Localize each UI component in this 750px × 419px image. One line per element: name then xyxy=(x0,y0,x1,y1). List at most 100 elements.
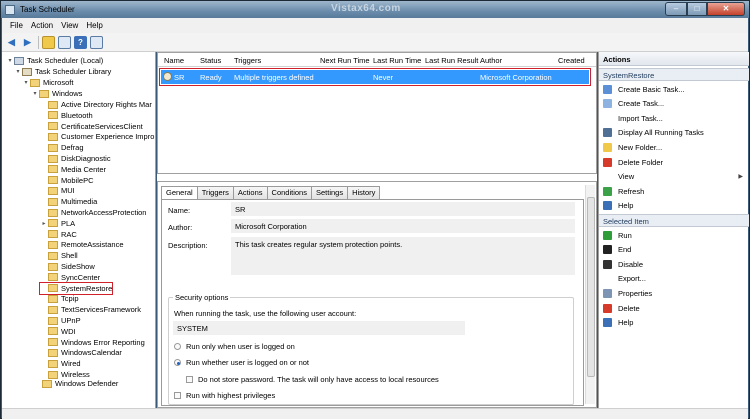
tree-node-tcpip[interactable]: Tcpip xyxy=(40,293,79,304)
action-selected-export[interactable]: Export... xyxy=(603,273,745,285)
title-bar[interactable]: Task Scheduler Vistax64.com – □ ✕ xyxy=(1,1,749,18)
tree-node-networkaccessprotection[interactable]: NetworkAccessProtection xyxy=(40,207,146,218)
column-header-status[interactable]: Status xyxy=(200,56,221,65)
tree-node-windowscalendar[interactable]: WindowsCalendar xyxy=(40,347,122,358)
tree-node-systemrestore[interactable]: SystemRestore xyxy=(38,281,114,295)
tree-node-windows-error-reporting[interactable]: Windows Error Reporting xyxy=(40,337,145,348)
tree-node-certificateservicesclient[interactable]: CertificateServicesClient xyxy=(40,121,143,132)
action-create-task[interactable]: Create Task... xyxy=(603,98,745,110)
do-not-store-password-checkbox[interactable] xyxy=(186,376,193,383)
highest-privileges-checkbox[interactable] xyxy=(174,392,181,399)
menu-action[interactable]: Action xyxy=(31,21,53,30)
run-whether-logged-on-label[interactable]: Run whether user is logged on or not xyxy=(186,358,309,367)
details-scrollbar[interactable] xyxy=(585,185,595,404)
action-label: Delete xyxy=(618,303,640,313)
tab-actions[interactable]: Actions xyxy=(232,186,268,199)
action-create-basic-task[interactable]: Create Basic Task... xyxy=(603,83,745,95)
collapse-icon[interactable]: ▾ xyxy=(14,68,22,75)
action-display-all-running-tasks[interactable]: Display All Running Tasks xyxy=(603,127,745,139)
action-refresh[interactable]: Refresh xyxy=(603,185,745,197)
tree-node-textservicesframework[interactable]: TextServicesFramework xyxy=(40,304,141,315)
action-view[interactable]: View ▶ xyxy=(603,171,745,183)
action-selected-help[interactable]: Help xyxy=(603,317,745,329)
author-field[interactable]: Microsoft Corporation xyxy=(231,219,575,233)
action-import-task[interactable]: Import Task... xyxy=(603,112,745,124)
column-header-name[interactable]: Name xyxy=(164,56,184,65)
column-header-author[interactable]: Author xyxy=(480,56,502,65)
action-new-folder[interactable]: New Folder... xyxy=(603,141,745,153)
tab-triggers[interactable]: Triggers xyxy=(196,186,234,199)
menu-help[interactable]: Help xyxy=(86,21,102,30)
table-row[interactable]: SR Ready Multiple triggers defined Never… xyxy=(159,68,591,86)
action-selected-disable[interactable]: Disable xyxy=(603,258,745,270)
help-icon[interactable]: ? xyxy=(74,35,87,49)
run-whether-logged-on-radio[interactable] xyxy=(174,359,181,366)
tree-node-shell[interactable]: Shell xyxy=(40,250,78,261)
column-header-last-run-time[interactable]: Last Run Time xyxy=(373,56,421,65)
scrollbar-thumb[interactable] xyxy=(587,197,595,377)
column-header-created[interactable]: Created xyxy=(558,56,585,65)
do-not-store-password-label[interactable]: Do not store password. The task will onl… xyxy=(198,375,439,384)
action-help[interactable]: Help xyxy=(603,200,745,212)
menu-file[interactable]: File xyxy=(10,21,23,30)
action-delete-folder[interactable]: Delete Folder xyxy=(603,156,745,168)
actions-section-systemrestore[interactable]: SystemRestore xyxy=(599,68,749,81)
show-hide-console-tree-icon[interactable] xyxy=(58,35,71,49)
tree-node-root[interactable]: ▾ Task Scheduler (Local) xyxy=(6,55,103,66)
tree-node-defrag[interactable]: Defrag xyxy=(40,142,84,153)
expand-icon[interactable]: ▸ xyxy=(40,220,48,227)
maximize-button[interactable]: □ xyxy=(687,2,707,16)
run-only-logged-on-label[interactable]: Run only when user is logged on xyxy=(186,342,295,351)
tree-node-bluetooth[interactable]: Bluetooth xyxy=(40,110,93,121)
tree-node-mui[interactable]: MUI xyxy=(40,185,75,196)
tree-node-rac[interactable]: RAC xyxy=(40,229,77,240)
collapse-icon[interactable]: ▾ xyxy=(22,79,30,86)
forward-arrow-icon[interactable]: ▶ xyxy=(21,36,34,49)
tree-node-microsoft[interactable]: ▾ Microsoft xyxy=(22,77,73,88)
name-field[interactable]: SR xyxy=(231,202,575,216)
tree-node-synccenter[interactable]: SyncCenter xyxy=(40,272,100,283)
menu-view[interactable]: View xyxy=(61,21,78,30)
tree-node-wdi[interactable]: WDI xyxy=(40,326,76,337)
action-selected-end[interactable]: End xyxy=(603,244,745,256)
tab-conditions[interactable]: Conditions xyxy=(266,186,312,199)
tab-general[interactable]: General xyxy=(161,186,198,200)
column-header-triggers[interactable]: Triggers xyxy=(234,56,261,65)
collapse-icon[interactable]: ▾ xyxy=(31,90,39,97)
minimize-button[interactable]: – xyxy=(665,2,687,16)
tree-node-upnp[interactable]: UPnP xyxy=(40,315,81,326)
highest-privileges-label[interactable]: Run with highest privileges xyxy=(186,391,275,400)
action-selected-delete[interactable]: Delete xyxy=(603,302,745,314)
column-header-last-run-result[interactable]: Last Run Result xyxy=(425,56,478,65)
run-only-logged-on-radio[interactable] xyxy=(174,343,181,350)
tree-node-pla[interactable]: ▸ PLA xyxy=(40,218,75,229)
column-header-next-run-time[interactable]: Next Run Time xyxy=(320,56,370,65)
user-account-field[interactable]: SYSTEM xyxy=(173,321,465,335)
tree-node-remoteassistance[interactable]: RemoteAssistance xyxy=(40,239,124,250)
action-selected-run[interactable]: Run xyxy=(603,229,745,241)
tree-node-multimedia[interactable]: Multimedia xyxy=(40,196,97,207)
tree-node-windows[interactable]: ▾ Windows xyxy=(31,88,82,99)
show-hide-action-pane-icon[interactable] xyxy=(90,35,103,49)
tree-node-wired[interactable]: Wired xyxy=(40,358,81,369)
tab-history[interactable]: History xyxy=(347,186,381,199)
tab-settings[interactable]: Settings xyxy=(310,186,349,199)
description-field[interactable]: This task creates regular system protect… xyxy=(231,237,575,275)
running-tasks-icon xyxy=(603,128,612,138)
tree-node-customer-experience-impro[interactable]: Customer Experience Impro xyxy=(40,131,154,142)
tree-node-windows-defender[interactable]: Windows Defender xyxy=(34,378,118,389)
tree-node-sideshow[interactable]: SideShow xyxy=(40,261,95,272)
actions-section-selected-item[interactable]: Selected Item xyxy=(599,214,749,227)
tree-node-diskdiagnostic[interactable]: DiskDiagnostic xyxy=(40,153,111,164)
tree-node-label: WindowsCalendar xyxy=(61,348,122,358)
tree-node-media-center[interactable]: Media Center xyxy=(40,164,106,175)
back-arrow-icon[interactable]: ◀ xyxy=(5,36,18,49)
tree-node-library[interactable]: ▾ Task Scheduler Library xyxy=(14,66,111,77)
collapse-icon[interactable]: ▾ xyxy=(6,57,14,64)
folder-icon xyxy=(48,100,58,109)
close-button[interactable]: ✕ xyxy=(707,2,745,16)
tree-node-active-directory-rights-mar[interactable]: Active Directory Rights Mar xyxy=(40,99,152,110)
tree-node-mobilepc[interactable]: MobilePC xyxy=(40,175,94,186)
up-folder-icon[interactable] xyxy=(42,35,55,49)
action-selected-properties[interactable]: Properties xyxy=(603,287,745,299)
